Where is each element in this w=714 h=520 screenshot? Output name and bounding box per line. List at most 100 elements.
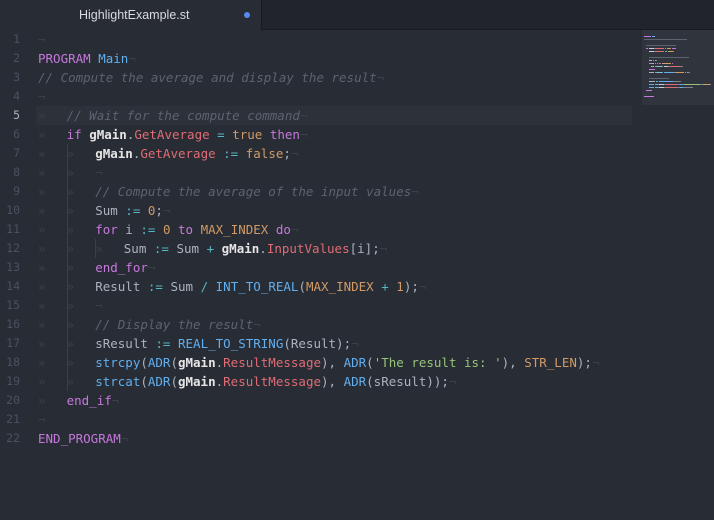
line-number[interactable]: 6 xyxy=(0,125,20,144)
tab-invisible: » xyxy=(66,203,75,218)
code-line[interactable]: » end_if¬ xyxy=(38,391,119,410)
eol-invisible: ¬ xyxy=(351,336,359,351)
code-line[interactable]: PROGRAM Main¬ xyxy=(38,49,136,68)
code-token: = xyxy=(217,127,225,142)
code-token: gMain xyxy=(177,355,216,370)
line-number[interactable]: 9 xyxy=(0,182,20,201)
line-number[interactable]: 21 xyxy=(0,410,20,429)
code-token: (Result); xyxy=(283,336,352,351)
code-line[interactable]: ¬ xyxy=(38,410,46,429)
code-editor[interactable]: 1 2 3 4 5 6 7 8 9 10 11 12 13 14 15 16 17 18 19 20 21 22 ¬ PRO… xyxy=(0,30,642,520)
eol-invisible: ¬ xyxy=(411,184,419,199)
minimap-token xyxy=(646,90,653,92)
code-line[interactable]: » » sResult := REAL_TO_STRING(Result);¬ xyxy=(38,334,359,353)
code-token: end_if xyxy=(66,393,112,408)
minimap-token xyxy=(648,78,669,80)
minimap-token xyxy=(664,51,667,53)
code-token: := xyxy=(125,203,141,218)
code-token: (sResult)); xyxy=(366,374,449,389)
code-line[interactable]: ¬ xyxy=(38,87,46,106)
code-line[interactable]: » » ¬ xyxy=(38,163,103,182)
code-token: := xyxy=(155,336,171,351)
tab-invisible: » xyxy=(38,127,46,142)
minimap-token xyxy=(648,57,689,59)
tab-highlightexample[interactable]: HighlightExample.st xyxy=(0,0,262,30)
code-token: ), xyxy=(321,374,344,389)
line-number[interactable]: 20 xyxy=(0,391,20,410)
minimap-token xyxy=(662,63,671,65)
minimap-token xyxy=(675,72,684,74)
code-line[interactable]: »» strcat(ADR(gMain.ResultMessage), ADR(s… xyxy=(38,372,456,391)
modified-indicator-icon[interactable] xyxy=(244,12,250,18)
minimap-token xyxy=(648,69,656,71)
eol-invisible: ¬ xyxy=(376,70,385,85)
tab-invisible: » xyxy=(38,336,46,351)
indent-guide xyxy=(66,296,68,315)
tab-invisible: » xyxy=(66,260,75,275)
line-number[interactable]: 15 xyxy=(0,296,20,315)
code-line[interactable]: »» strcpy(ADR(gMain.ResultMessage), ADR('… xyxy=(38,353,599,372)
code-line[interactable]: »» Result := Sum / INT_TO_REAL(MAX_INDEX … xyxy=(38,277,426,296)
code-token: to xyxy=(178,222,194,237)
code-token: + xyxy=(381,279,389,294)
line-number[interactable]: 22 xyxy=(0,429,20,448)
code-line[interactable]: » » end_for¬ xyxy=(38,258,155,277)
eol-invisible: ¬ xyxy=(418,279,427,294)
line-number[interactable]: 19 xyxy=(0,372,20,391)
line-number[interactable]: 14 xyxy=(0,277,20,296)
line-number[interactable]: 5 xyxy=(0,106,20,125)
line-number-gutter[interactable]: 1 2 3 4 5 6 7 8 9 10 11 12 13 14 15 16 17 18 19 20 21 22 xyxy=(0,30,30,520)
line-number[interactable]: 3 xyxy=(0,68,20,87)
code-token: i xyxy=(117,222,141,237)
code-line[interactable]: » » // Compute the average of the input va… xyxy=(38,182,419,201)
line-number[interactable]: 8 xyxy=(0,163,20,182)
indent-guide xyxy=(66,239,68,258)
indent-guide xyxy=(66,258,68,277)
minimap[interactable] xyxy=(642,30,714,520)
code-line[interactable]: ¬ xyxy=(38,30,46,49)
line-number[interactable]: 17 xyxy=(0,334,20,353)
line-number[interactable]: 18 xyxy=(0,353,20,372)
tab-invisible: » xyxy=(38,222,46,237)
line-number[interactable]: 4 xyxy=(0,87,20,106)
line-number[interactable]: 10 xyxy=(0,201,20,220)
line-number[interactable]: 12 xyxy=(0,239,20,258)
code-line[interactable]: » // Wait for the compute command¬ xyxy=(38,106,307,125)
minimap-viewport[interactable] xyxy=(642,30,714,105)
eol-invisible: ¬ xyxy=(95,165,103,180)
code-line[interactable]: » » » Sum := Sum + gMain.InputValues[i];¬ xyxy=(38,239,387,258)
minimap-token xyxy=(669,66,680,68)
tab-invisible: » xyxy=(38,165,46,180)
code-token: ( xyxy=(170,374,178,389)
line-number[interactable]: 11 xyxy=(0,220,20,239)
tab-title[interactable]: HighlightExample.st xyxy=(79,8,189,22)
code-token: := xyxy=(223,146,239,161)
code-line[interactable]: END_PROGRAM¬ xyxy=(38,429,128,448)
tab-invisible: » xyxy=(66,222,75,237)
code-line[interactable]: » » // Display the result¬ xyxy=(38,315,261,334)
code-line[interactable]: » if gMain.GetAverage = true then¬ xyxy=(38,125,308,144)
line-number[interactable]: 16 xyxy=(0,315,20,334)
code-token: strcpy xyxy=(95,355,141,370)
line-number[interactable]: 1 xyxy=(0,30,20,49)
tab-bar: HighlightExample.st xyxy=(0,0,714,30)
line-number[interactable]: 7 xyxy=(0,144,20,163)
eol-invisible: ¬ xyxy=(448,374,457,389)
code-line[interactable]: »» for i := 0 to MAX_INDEX do¬ xyxy=(38,220,298,239)
code-token: := xyxy=(147,279,163,294)
line-number[interactable]: 13 xyxy=(0,258,20,277)
eol-invisible: ¬ xyxy=(38,89,46,104)
line-number[interactable]: 2 xyxy=(0,49,20,68)
code-line[interactable]: »» gMain.GetAverage := false;¬ xyxy=(38,144,298,163)
code-line[interactable]: // Compute the average and display the r… xyxy=(38,68,384,87)
code-line[interactable]: » » ¬ xyxy=(38,296,103,315)
code-token: Sum xyxy=(168,241,207,256)
code-token: ADR xyxy=(147,355,171,370)
code-token: ), xyxy=(321,355,344,370)
code-token: then xyxy=(269,127,300,142)
code-line[interactable]: »» Sum := 0;¬ xyxy=(38,201,170,220)
